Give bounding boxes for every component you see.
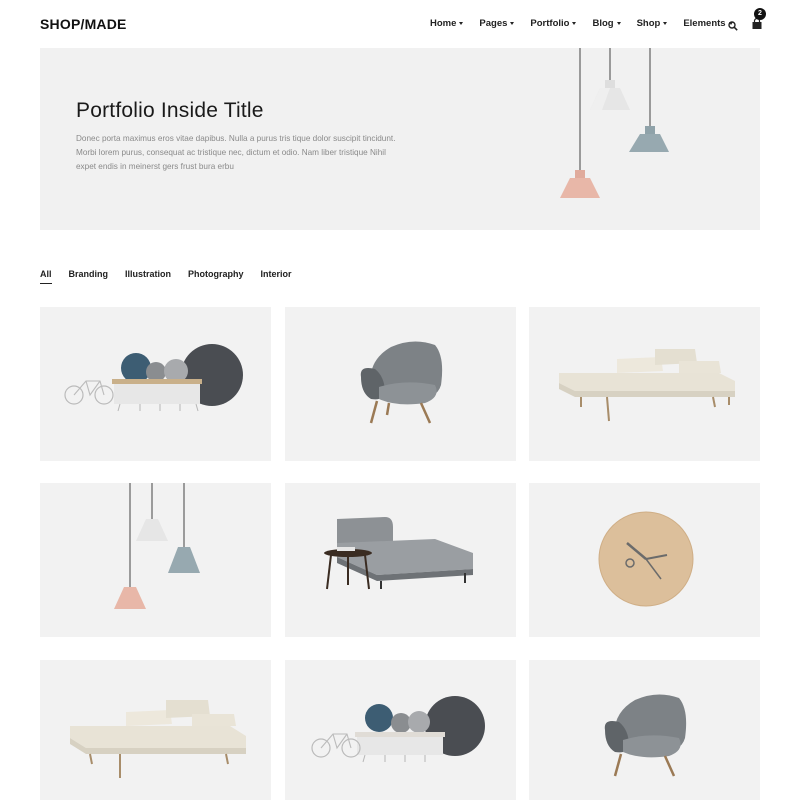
filter-interior[interactable]: Interior [261, 269, 292, 284]
caret-down-icon [616, 22, 621, 25]
grey-armchair-image [604, 694, 687, 777]
grey-chaise-lounge-image [324, 517, 473, 590]
pendant-lamps-image [114, 483, 200, 609]
filter-illustration[interactable]: Illustration [125, 269, 171, 284]
bicycle-table-circles-image [311, 696, 485, 763]
caret-down-icon [510, 22, 515, 25]
caret-down-icon [459, 22, 464, 25]
nav-item-shop[interactable]: Shop [637, 18, 668, 29]
site-header: SHOP/MADE Home Pages Portfolio Blog Shop… [0, 0, 800, 48]
bicycle-table-circles-image [64, 344, 243, 412]
portfolio-item[interactable] [40, 307, 271, 461]
nav-item-elements[interactable]: Elements [683, 18, 733, 29]
portfolio-item[interactable] [529, 483, 760, 637]
portfolio-item[interactable] [285, 307, 516, 461]
caret-down-icon [663, 22, 668, 25]
filter-all[interactable]: All [40, 269, 52, 284]
nav-label: Elements [683, 18, 726, 29]
nav-label: Pages [479, 18, 508, 29]
portfolio-item[interactable] [529, 660, 760, 800]
main-nav: Home Pages Portfolio Blog Shop Elements [430, 18, 749, 29]
nav-item-blog[interactable]: Blog [592, 18, 621, 29]
nav-label: Shop [636, 18, 661, 29]
search-icon[interactable] [728, 18, 738, 31]
wooden-wall-clock-image [598, 511, 694, 607]
caret-down-icon [572, 22, 577, 25]
pendant-lamps-image [560, 48, 669, 198]
portfolio-filters: All Branding Illustration Photography In… [40, 269, 309, 284]
nav-label: Home [430, 18, 457, 29]
nav-item-pages[interactable]: Pages [479, 18, 515, 29]
portfolio-item[interactable] [40, 660, 271, 800]
grey-armchair-image [360, 341, 443, 424]
nav-label: Portfolio [530, 18, 570, 29]
hero-description: Donec porta maximus eros vitae dapibus. … [76, 134, 396, 171]
cream-daybed-image [559, 349, 735, 422]
filter-photography[interactable]: Photography [188, 269, 244, 284]
site-logo[interactable]: SHOP/MADE [40, 16, 127, 32]
portfolio-item[interactable] [285, 483, 516, 637]
portfolio-item[interactable] [529, 307, 760, 461]
portfolio-item[interactable] [40, 483, 271, 637]
nav-item-portfolio[interactable]: Portfolio [530, 18, 577, 29]
page-title: Portfolio Inside Title [76, 99, 264, 122]
cart-count-badge: 2 [754, 8, 766, 20]
nav-item-home[interactable]: Home [430, 18, 464, 29]
nav-label: Blog [592, 18, 614, 29]
portfolio-item[interactable] [285, 660, 516, 800]
hero-banner: Portfolio Inside Title Donec porta maxim… [40, 48, 760, 230]
filter-branding[interactable]: Branding [69, 269, 109, 284]
cream-daybed-image [70, 700, 246, 778]
